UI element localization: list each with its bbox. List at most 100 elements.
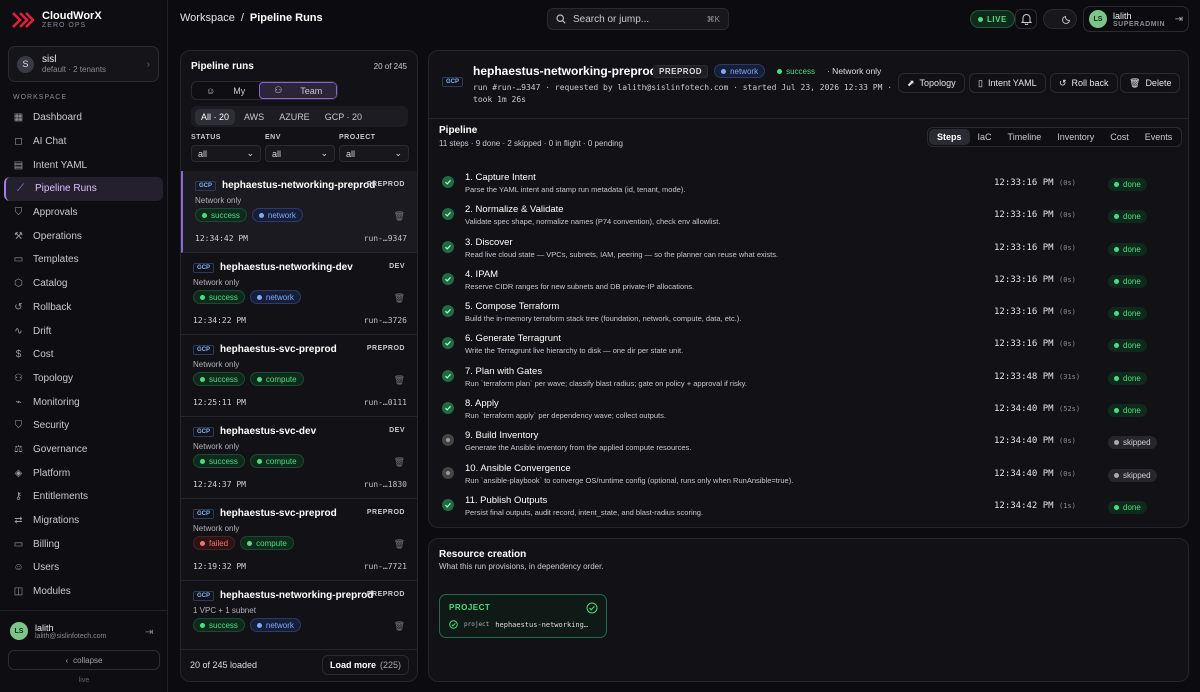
run-list-item[interactable]: GCP hephaestus-svc-preprod PREPROD Network … bbox=[181, 499, 417, 581]
run-detail-panel: GCP hephaestus-networking-preprod PREPRO… bbox=[428, 50, 1189, 528]
status-select[interactable]: all ⌄ bbox=[191, 145, 261, 162]
kind-label: network bbox=[267, 210, 296, 220]
run-list-item[interactable]: GCP hephaestus-networking-dev DEV Network o… bbox=[181, 253, 417, 335]
trash-icon[interactable]: 🗑 bbox=[394, 375, 405, 386]
theme-toggle[interactable] bbox=[1043, 9, 1077, 29]
logout-icon[interactable]: ⇥ bbox=[145, 627, 153, 638]
kind-badge: compute bbox=[249, 454, 304, 468]
scope-team[interactable]: ⚇ Team bbox=[259, 82, 338, 99]
pipeline-step[interactable]: 5. Compose Terraform Build the in-memory … bbox=[429, 296, 1188, 328]
trash-icon[interactable]: 🗑 bbox=[394, 211, 405, 222]
tab-timeline[interactable]: Timeline bbox=[1000, 129, 1050, 145]
tab-iac[interactable]: IaC bbox=[970, 129, 1000, 145]
section-label: WORKSPACE bbox=[13, 94, 67, 101]
sidebar-item-intent-yaml[interactable]: ▤ Intent YAML bbox=[4, 153, 163, 177]
logout-icon[interactable]: ⇥ bbox=[1175, 14, 1183, 25]
current-user[interactable]: LS lalith lalith@sislinfotech.com bbox=[10, 622, 106, 640]
pipeline-step[interactable]: 3. Discover Read live cloud state — VPCs,… bbox=[429, 232, 1188, 264]
sidebar-item-cost[interactable]: $ Cost bbox=[4, 343, 163, 367]
step-title: 5. Compose Terraform bbox=[465, 301, 560, 313]
pipeline-step[interactable]: 10. Ansible Convergence Run `ansible-play… bbox=[429, 458, 1188, 490]
sidebar: CloudWorX ZERO OPS S sisl default · 2 te… bbox=[0, 0, 168, 692]
sidebar-item-dashboard[interactable]: ▦ Dashboard bbox=[4, 106, 163, 130]
pipeline-step[interactable]: 8. Apply Run `terraform apply` per depend… bbox=[429, 393, 1188, 425]
sidebar-item-operations[interactable]: ⚒ Operations bbox=[4, 224, 163, 248]
trash-icon[interactable]: 🗑 bbox=[394, 539, 405, 550]
resource-group-project[interactable]: PROJECT project hephaestus-networking… bbox=[439, 594, 607, 638]
sidebar-item-modules[interactable]: ◫ Modules bbox=[4, 580, 163, 604]
sidebar-item-platform[interactable]: ◈ Platform bbox=[4, 461, 163, 485]
sidebar-item-monitoring[interactable]: ⌁ Monitoring bbox=[4, 390, 163, 414]
dot-icon bbox=[256, 622, 262, 628]
pipeline-step[interactable]: 7. Plan with Gates Run `terraform plan` p… bbox=[429, 361, 1188, 393]
env-badge: DEV bbox=[389, 427, 405, 434]
resource-kind: project bbox=[464, 621, 490, 628]
sidebar-item-rollback[interactable]: ↺ Rollback bbox=[4, 296, 163, 320]
pipeline-step[interactable]: 2. Normalize & Validate Validate spec sha… bbox=[429, 199, 1188, 231]
brand[interactable]: CloudWorX ZERO OPS bbox=[12, 10, 102, 29]
pipeline-step[interactable]: 4. IPAM Reserve CIDR ranges for new subne… bbox=[429, 264, 1188, 296]
sidebar-item-migrations[interactable]: ⇄ Migrations bbox=[4, 509, 163, 533]
trash-icon[interactable]: 🗑 bbox=[394, 457, 405, 468]
search-input[interactable]: Search or jump... ⌘K bbox=[547, 8, 729, 30]
cloud-filter-option[interactable]: AWS bbox=[238, 109, 270, 125]
sidebar-item-governance[interactable]: ⚖ Governance bbox=[4, 438, 163, 462]
sidebar-item-entitlements[interactable]: ⚷ Entitlements bbox=[4, 485, 163, 509]
sidebar-footer: LS lalith lalith@sislinfotech.com ⇥ ‹ co… bbox=[0, 610, 168, 692]
pipeline-step[interactable]: 6. Generate Terragrunt Write the Terragru… bbox=[429, 328, 1188, 360]
run-header: GCP hephaestus-networking-preprod PREPRO… bbox=[429, 51, 1188, 119]
scope-my[interactable]: ☺ My bbox=[192, 82, 259, 99]
sidebar-item-security[interactable]: ⛉ Security bbox=[4, 414, 163, 438]
breadcrumb-root[interactable]: Workspace bbox=[180, 12, 235, 24]
pipeline-step[interactable]: 1. Capture Intent Parse the YAML intent a… bbox=[429, 167, 1188, 199]
collapse-button[interactable]: ‹ collapse bbox=[8, 650, 160, 670]
tenant-switcher[interactable]: S sisl default · 2 tenants › bbox=[8, 46, 159, 82]
sidebar-item-users[interactable]: ☺ Users bbox=[4, 556, 163, 580]
step-timestamp: 12:34:40 PM bbox=[994, 468, 1054, 479]
shield-check-icon: ⛉ bbox=[14, 207, 23, 219]
kind-badge: compute bbox=[249, 372, 304, 386]
sidebar-item-drift[interactable]: ∿ Drift bbox=[4, 319, 163, 343]
run-scope: Network only bbox=[193, 360, 240, 369]
run-list-item[interactable]: GCP hephaestus-svc-preprod PREPROD Network … bbox=[181, 335, 417, 417]
load-more-button[interactable]: Load more (225) bbox=[321, 655, 409, 675]
sidebar-item-label: Dashboard bbox=[33, 112, 82, 124]
tab-cost[interactable]: Cost bbox=[1102, 129, 1137, 145]
delete-button[interactable]: 🗑 Delete bbox=[1120, 73, 1181, 93]
skip-circle-icon bbox=[442, 434, 454, 447]
sidebar-item-billing[interactable]: ▭ Billing bbox=[4, 532, 163, 556]
trash-icon[interactable]: 🗑 bbox=[394, 293, 405, 304]
run-list-item[interactable]: GCP hephaestus-networking-preprod PREPROD N… bbox=[181, 171, 417, 253]
connection-status: live bbox=[78, 677, 90, 684]
rollback-button[interactable]: ↺ Roll back bbox=[1050, 73, 1118, 93]
sidebar-item-catalog[interactable]: ⬡ Catalog bbox=[4, 272, 163, 296]
run-list-item[interactable]: GCP hephaestus-svc-dev DEV Network only succ… bbox=[181, 417, 417, 499]
tab-steps[interactable]: Steps bbox=[929, 129, 970, 145]
project-select[interactable]: all ⌄ bbox=[339, 145, 409, 162]
chat-icon: ◻ bbox=[14, 136, 23, 148]
run-list-item[interactable]: GCP hephaestus-networking-preprod PREPROD 1… bbox=[181, 581, 417, 641]
tab-inventory[interactable]: Inventory bbox=[1049, 129, 1102, 145]
sidebar-item-topology[interactable]: ⚇ Topology bbox=[4, 367, 163, 391]
intent-yaml-button[interactable]: ▯ Intent YAML bbox=[969, 73, 1046, 93]
tab-events[interactable]: Events bbox=[1137, 129, 1181, 145]
pipeline-step[interactable]: 11. Publish Outputs Persist final outputs… bbox=[429, 490, 1188, 522]
cloud-badge: GCP bbox=[193, 263, 215, 273]
status-badge: success bbox=[193, 372, 245, 386]
step-timestamp: 12:33:48 PM bbox=[994, 371, 1054, 382]
env-select[interactable]: all ⌄ bbox=[265, 145, 335, 162]
sidebar-item-templates[interactable]: ▭ Templates bbox=[4, 248, 163, 272]
topology-button[interactable]: ⬈ Topology bbox=[898, 73, 965, 93]
trash-icon[interactable]: 🗑 bbox=[394, 621, 405, 632]
sidebar-item-pipeline-runs[interactable]: ⟋ Pipeline Runs bbox=[4, 177, 163, 201]
sidebar-item-ai-chat[interactable]: ◻ AI Chat bbox=[4, 130, 163, 154]
sidebar-item-approvals[interactable]: ⛉ Approvals bbox=[4, 201, 163, 225]
cloud-filter-option[interactable]: GCP · 20 bbox=[319, 109, 368, 125]
run-scope: 1 VPC + 1 subnet bbox=[193, 606, 256, 615]
cloud-filter-option[interactable]: All · 20 bbox=[195, 108, 236, 125]
cloud-filter-option[interactable]: AZURE bbox=[273, 109, 316, 125]
dot-icon bbox=[777, 68, 783, 74]
pipeline-step[interactable]: 9. Build Inventory Generate the Ansible i… bbox=[429, 425, 1188, 457]
user-menu[interactable]: LS lalith SUPERADMIN ⇥ bbox=[1083, 6, 1189, 32]
notifications-button[interactable] bbox=[1015, 9, 1037, 29]
